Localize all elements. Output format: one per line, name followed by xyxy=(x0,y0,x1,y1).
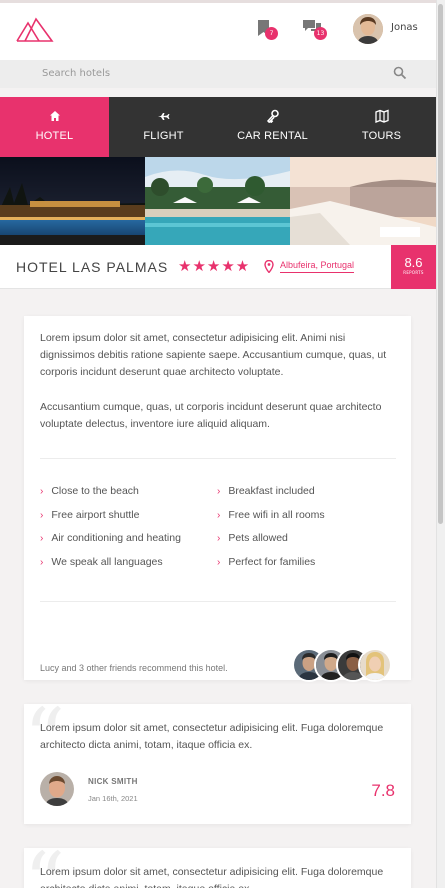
tab-label: TOURS xyxy=(361,130,402,142)
search-icon[interactable] xyxy=(393,66,407,80)
amenity-item: › Breakfast included xyxy=(217,485,315,497)
review-card: “ Lorem ipsum dolor sit amet, consectetu… xyxy=(24,842,411,888)
tab-label: CAR RENTAL xyxy=(237,130,308,142)
hotel-score: 8.6 xyxy=(404,255,423,270)
scrollbar-thumb[interactable] xyxy=(438,4,443,524)
description-paragraph: Lorem ipsum dolor sit amet, consectetur … xyxy=(40,332,387,378)
description-paragraph: Accusantium cumque, quas, ut corporis in… xyxy=(40,401,382,430)
messages-icon[interactable]: 13 xyxy=(302,19,327,41)
top-bar: 7 13 Jonas xyxy=(0,0,436,60)
amenity-item: › We speak all languages xyxy=(40,556,163,568)
bookmark-badge: 7 xyxy=(265,27,278,40)
category-nav: HOTEL FLIGHT CAR RENTAL TOURS xyxy=(0,97,436,157)
bookmark-icon[interactable]: 7 xyxy=(256,19,278,41)
hotel-score-badge: 8.6 REPORTS xyxy=(391,245,436,289)
tab-tours[interactable]: TOURS xyxy=(327,97,436,157)
divider xyxy=(40,458,396,459)
hotel-details-card: Lorem ipsum dolor sit amet, consectetur … xyxy=(24,316,411,682)
hotel-photo-terrace[interactable] xyxy=(290,157,436,245)
messages-badge: 13 xyxy=(314,27,327,40)
chevron-right-icon: › xyxy=(40,486,44,497)
hotel-location-link[interactable]: Albufeira, Portugal xyxy=(280,260,355,273)
review-card: “ Lorem ipsum dolor sit amet, consectetu… xyxy=(24,698,411,824)
logo-icon[interactable] xyxy=(16,15,54,43)
amenity-item: › Close to the beach xyxy=(40,485,139,497)
amenity-label: Free airport shuttle xyxy=(51,509,140,521)
tab-label: FLIGHT xyxy=(143,130,184,142)
amenity-label: Breakfast included xyxy=(228,485,315,497)
search-input[interactable]: Search hotels xyxy=(42,68,110,79)
amenity-item: › Free wifi in all rooms xyxy=(217,509,325,521)
tab-label: HOTEL xyxy=(35,130,74,142)
plane-icon xyxy=(157,113,169,120)
amenity-label: Close to the beach xyxy=(51,485,139,497)
map-icon xyxy=(374,109,389,123)
hotel-photo-day-pool[interactable] xyxy=(145,157,290,245)
amenity-label: Perfect for families xyxy=(228,556,316,568)
chevron-right-icon: › xyxy=(217,557,221,568)
location-pin-icon xyxy=(264,260,274,273)
key-icon xyxy=(266,109,279,123)
chevron-right-icon: › xyxy=(40,510,44,521)
chevron-right-icon: › xyxy=(217,486,221,497)
chevron-right-icon: › xyxy=(217,533,221,544)
chevron-right-icon: › xyxy=(217,510,221,521)
review-date: Jan 16th, 2021 xyxy=(88,794,138,803)
hotel-photo-night-pool[interactable] xyxy=(0,157,145,245)
star-rating: ★★★★★ xyxy=(178,257,251,275)
amenity-item: › Perfect for families xyxy=(217,556,315,568)
tab-car-rental[interactable]: CAR RENTAL xyxy=(218,97,327,157)
amenity-item: › Pets allowed xyxy=(217,532,288,544)
review-score: 7.8 xyxy=(371,781,395,800)
chevron-right-icon: › xyxy=(40,557,44,568)
review-text: Lorem ipsum dolor sit amet, consectetur … xyxy=(40,722,384,751)
user-name[interactable]: Jonas xyxy=(391,22,418,33)
user-avatar[interactable] xyxy=(353,14,383,44)
reviewer-name[interactable]: NICK SMITH xyxy=(88,777,138,786)
amenity-item: › Free airport shuttle xyxy=(40,509,139,521)
hotel-score-label: REPORTS xyxy=(403,270,424,275)
amenity-label: Pets allowed xyxy=(228,532,288,544)
amenity-item: › Air conditioning and heating xyxy=(40,532,181,544)
hotel-title-bar: HOTEL LAS PALMAS ★★★★★ Albufeira, Portug… xyxy=(0,245,436,289)
hotel-name: HOTEL LAS PALMAS xyxy=(16,259,169,275)
friend-avatar-lucy[interactable] xyxy=(358,648,392,682)
chevron-right-icon: › xyxy=(40,533,44,544)
divider xyxy=(40,601,396,602)
tab-hotel[interactable]: HOTEL xyxy=(0,97,109,157)
friends-recommend-text: Lucy and 3 other friends recommend this … xyxy=(40,663,228,673)
amenity-label: Free wifi in all rooms xyxy=(228,509,325,521)
home-icon xyxy=(49,111,60,121)
search-bar[interactable]: Search hotels xyxy=(0,60,436,88)
reviewer-avatar[interactable] xyxy=(40,772,74,806)
review-text: Lorem ipsum dolor sit amet, consectetur … xyxy=(40,866,384,888)
amenity-label: Air conditioning and heating xyxy=(51,532,181,544)
tab-flight[interactable]: FLIGHT xyxy=(109,97,218,157)
amenity-label: We speak all languages xyxy=(51,556,163,568)
